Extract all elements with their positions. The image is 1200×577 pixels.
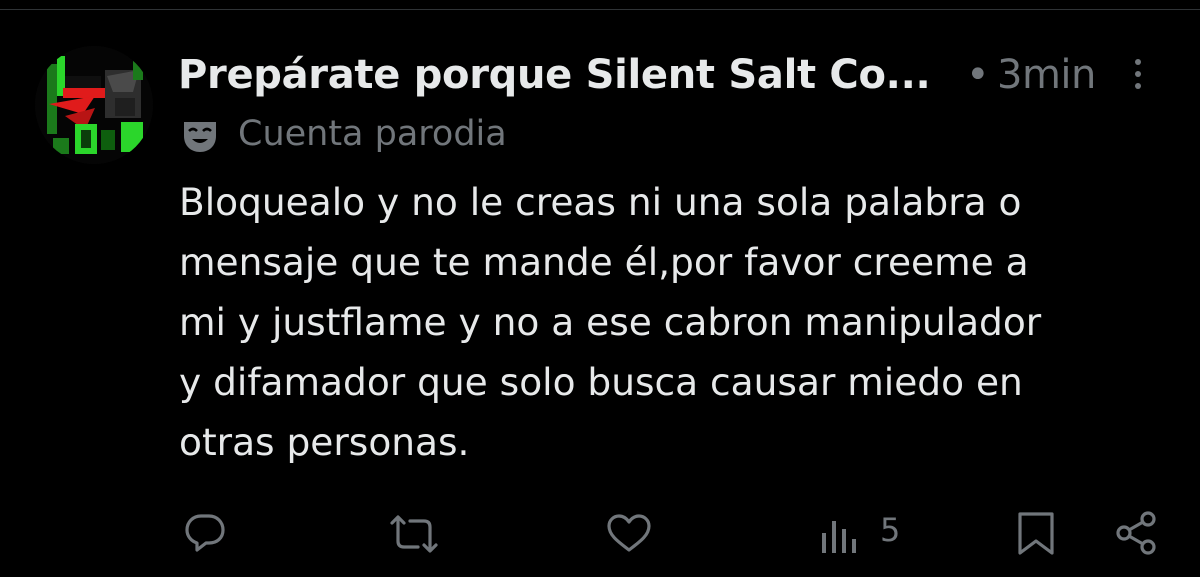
share-icon (1116, 511, 1156, 555)
share-button[interactable] (1112, 509, 1160, 565)
reply-button[interactable] (184, 511, 226, 567)
timestamp[interactable]: 3min (997, 52, 1096, 98)
parody-label: Cuenta parodia (238, 114, 507, 154)
action-bar: 5 (0, 505, 1200, 565)
post-text: Bloquealo y no le creas ni una sola pala… (179, 180, 1042, 464)
repost-icon (390, 515, 438, 553)
meta-separator: • (966, 52, 990, 98)
views-button[interactable] (820, 515, 864, 571)
theater-mask-icon (184, 122, 216, 152)
author-display-name[interactable]: Prepárate porque Silent Salt Co... (178, 52, 931, 98)
avatar-image (35, 46, 153, 164)
repost-button[interactable] (386, 513, 442, 569)
heart-icon (607, 514, 651, 552)
avatar[interactable] (35, 46, 153, 164)
bookmark-icon (1018, 512, 1054, 555)
bookmark-button[interactable] (1016, 511, 1056, 567)
more-options-button[interactable] (1126, 56, 1150, 96)
reply-bubble-icon (185, 514, 225, 552)
divider (0, 9, 1200, 10)
like-button[interactable] (606, 513, 652, 569)
post[interactable]: Prepárate porque Silent Salt Co... • 3mi… (0, 0, 1200, 577)
view-count: 5 (880, 511, 901, 549)
views-bar-chart-icon (822, 521, 856, 553)
more-vertical-icon (1135, 59, 1141, 89)
